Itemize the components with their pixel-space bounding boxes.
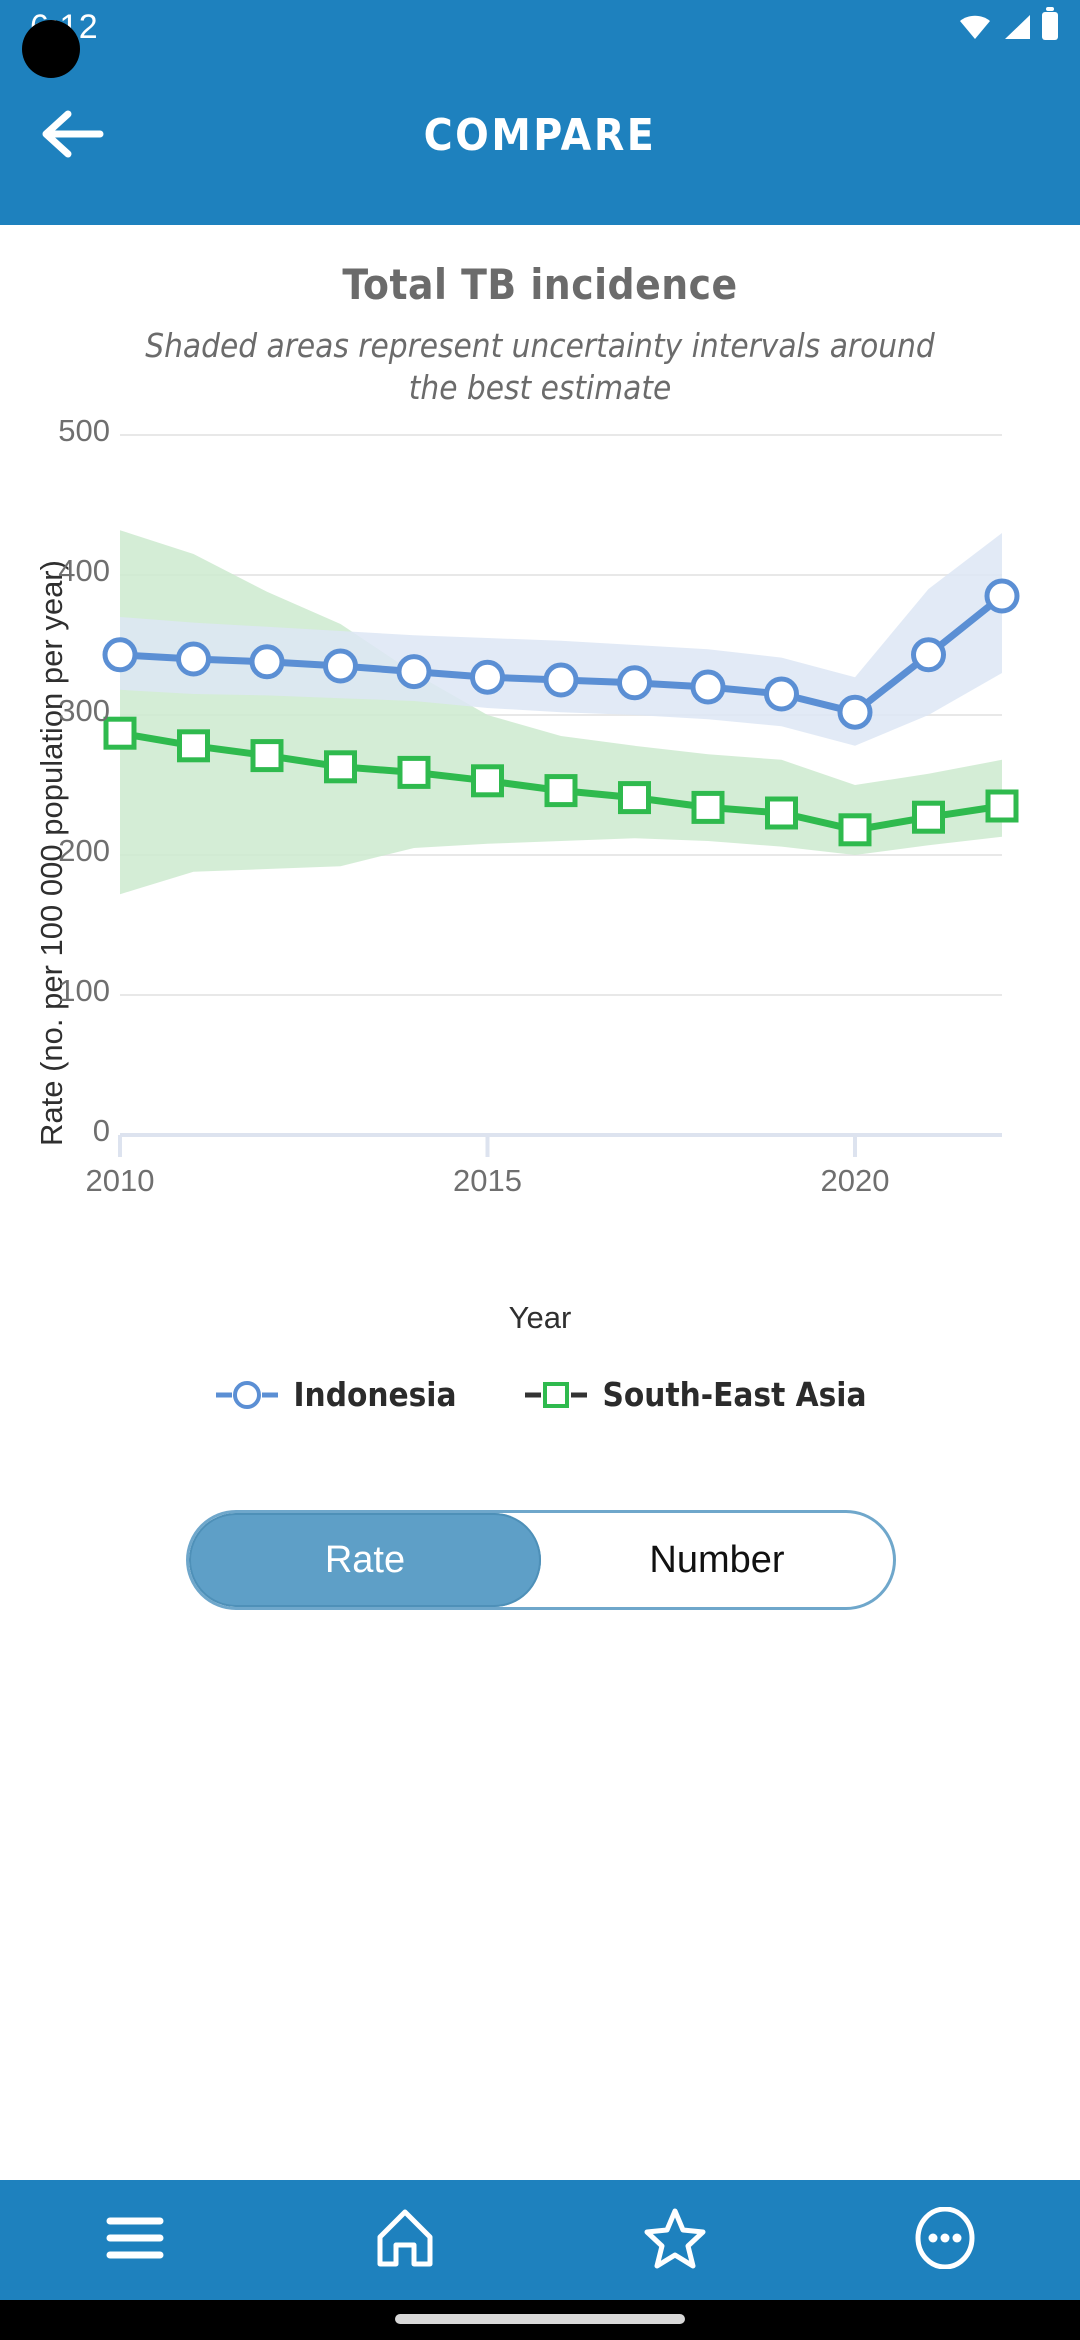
chart-legend: Indonesia South-East Asia <box>0 1375 1080 1414</box>
battery-icon <box>1042 7 1058 40</box>
legend-item-1: Indonesia <box>214 1375 457 1414</box>
legend-item-2: South-East Asia <box>523 1375 867 1414</box>
gesture-pill <box>395 2314 685 2324</box>
chart-title: Total TB incidence <box>342 260 738 309</box>
legend-label: Indonesia <box>293 1375 457 1414</box>
signal-icon <box>1002 14 1032 40</box>
app-screen: 6:12 COMPARE Total TB incidence Shaded a… <box>0 0 1080 2340</box>
y-tick-300: 300 <box>58 693 110 728</box>
wifi-icon <box>958 14 992 40</box>
gesture-bar-area <box>0 2300 1080 2340</box>
nav-home-button[interactable] <box>270 2180 540 2300</box>
more-icon <box>914 2206 976 2274</box>
x-axis-label: Year <box>508 1300 572 1335</box>
bottom-navigation <box>0 2180 1080 2300</box>
toggle-option-rate[interactable]: Rate <box>189 1513 541 1607</box>
page-title: COMPARE <box>423 110 657 161</box>
legend-square-icon <box>524 1381 587 1408</box>
app-header: 6:12 COMPARE <box>0 0 1080 225</box>
x-tick-2015: 2015 <box>453 1163 522 1198</box>
y-tick-0: 0 <box>92 1113 110 1148</box>
camera-punch-hole <box>22 20 80 78</box>
rate-number-toggle[interactable]: Rate Number <box>186 1510 896 1610</box>
status-bar: 6:12 <box>0 0 1080 78</box>
chart-subtitle: Shaded areas represent uncertainty inter… <box>145 326 935 408</box>
nav-favourites-button[interactable] <box>540 2180 810 2300</box>
x-tick-2010: 2010 <box>85 1163 155 1198</box>
legend-label: South-East Asia <box>602 1375 867 1414</box>
y-tick-200: 200 <box>58 833 110 868</box>
home-icon <box>374 2207 436 2274</box>
status-icons <box>958 7 1058 40</box>
x-tick-2020: 2020 <box>820 1163 890 1198</box>
toggle-option-number[interactable]: Number <box>541 1513 893 1607</box>
nav-more-button[interactable] <box>810 2180 1080 2300</box>
star-icon <box>644 2207 706 2274</box>
y-tick-100: 100 <box>58 973 110 1008</box>
y-tick-500: 500 <box>58 413 110 448</box>
main-content: Total TB incidence Shaded areas represen… <box>0 225 1080 2180</box>
legend-circle-icon <box>215 1380 278 1409</box>
nav-menu-button[interactable] <box>0 2180 270 2300</box>
y-tick-400: 400 <box>58 553 110 588</box>
menu-icon <box>104 2213 166 2268</box>
chart-plot: Rate (no. per 100 000 population per yea… <box>0 413 1080 1365</box>
